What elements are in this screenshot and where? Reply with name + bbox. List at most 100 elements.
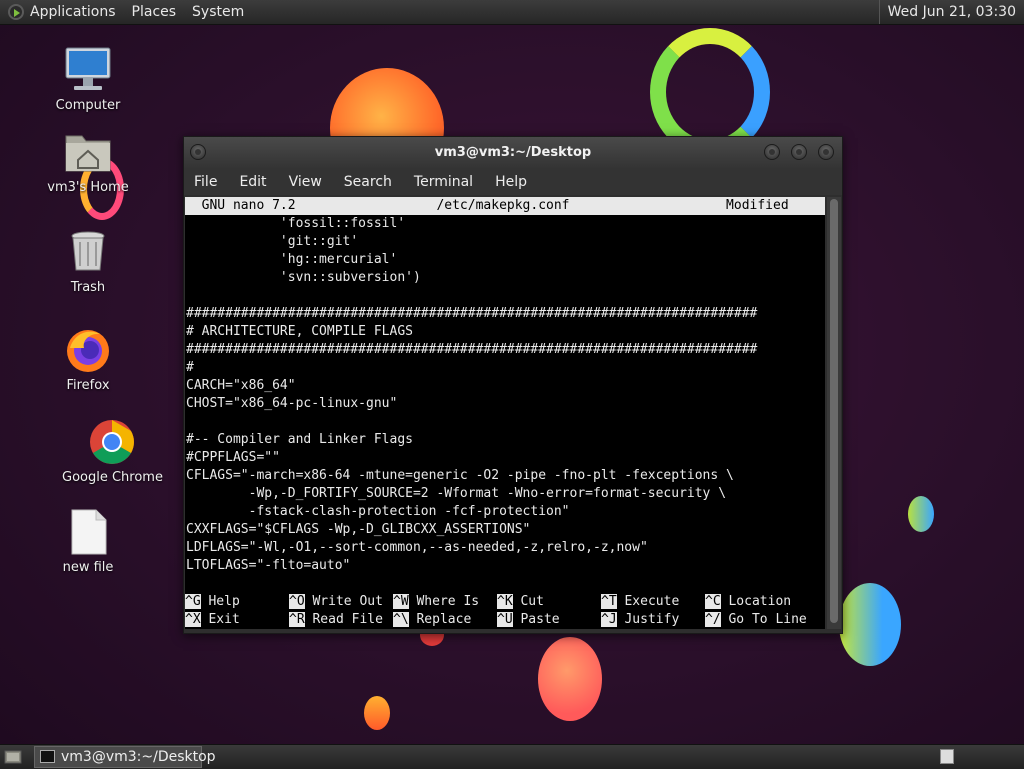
taskbar-item-terminal[interactable]: vm3@vm3:~/Desktop <box>34 746 216 768</box>
shortcut-key: ^U <box>497 612 513 627</box>
menu-edit[interactable]: Edit <box>239 174 266 190</box>
desktop-icon-label: Computer <box>55 98 121 113</box>
shortcut-justify[interactable]: ^J Justify <box>601 611 679 629</box>
window-menubar: File Edit View Search Terminal Help <box>184 169 842 195</box>
menu-file[interactable]: File <box>194 174 217 190</box>
blue-bubble <box>908 496 934 532</box>
shortcut-key: ^W <box>393 594 409 609</box>
desktop-icon-label: Firefox <box>66 378 110 393</box>
shortcut-paste[interactable]: ^U Paste <box>497 611 560 629</box>
editor-line: LTOFLAGS="-flto=auto" <box>186 558 351 573</box>
shortcut-key: ^/ <box>705 612 721 627</box>
window-titlebar[interactable]: vm3@vm3:~/Desktop <box>184 137 842 169</box>
editor-line: CXXFLAGS="$CFLAGS -Wp,-D_GLIBCXX_ASSERTI… <box>186 522 531 537</box>
desktop-icon-chrome[interactable]: Google Chrome <box>62 418 163 485</box>
menu-applications[interactable]: Applications <box>30 4 116 20</box>
menu-search[interactable]: Search <box>344 174 392 190</box>
shortcut-label: Justify <box>624 612 680 627</box>
shortcut-key: ^\ <box>393 612 409 627</box>
shortcut-key: ^R <box>289 612 305 627</box>
desktop-icon-label: vm3's Home <box>47 180 129 195</box>
file-icon <box>64 508 112 556</box>
main-menu-icon[interactable] <box>8 4 24 20</box>
shortcut-location[interactable]: ^C Location <box>705 593 791 611</box>
shortcut-row-1: ^G Help ^O Write Out ^W Where Is ^K Cut ^T E… <box>185 593 825 611</box>
shortcut-row-2: ^X Exit ^R Read File ^\ Replace ^U Paste ^J … <box>185 611 825 629</box>
shortcut-label: Where Is <box>416 594 480 609</box>
desktop-icon-computer[interactable]: Computer <box>40 46 136 113</box>
bottom-panel: vm3@vm3:~/Desktop <box>0 744 1024 769</box>
terminal-area[interactable]: GNU nano 7.2 /etc/makepkg.conf Modified … <box>185 197 825 629</box>
shortcut-key: ^C <box>705 594 721 609</box>
shortcut-label: Help <box>208 594 240 609</box>
workspace-switcher[interactable] <box>940 749 954 764</box>
shortcut-label: Cut <box>520 594 544 609</box>
menu-system[interactable]: System <box>192 4 244 20</box>
desktop-icon-label: new file <box>62 560 114 575</box>
shortcut-help[interactable]: ^G Help <box>185 593 240 611</box>
shortcut-read-file[interactable]: ^R Read File <box>289 611 383 629</box>
shortcut-key: ^O <box>289 594 305 609</box>
shortcut-exit[interactable]: ^X Exit <box>185 611 240 629</box>
terminal-window: vm3@vm3:~/Desktop File Edit View Search … <box>183 136 843 634</box>
firefox-icon <box>64 326 112 374</box>
computer-icon <box>64 46 112 94</box>
shortcut-key: ^J <box>601 612 617 627</box>
editor-line: -Wp,-D_FORTIFY_SOURCE=2 -Wformat -Wno-er… <box>186 486 727 501</box>
menu-help[interactable]: Help <box>495 174 527 190</box>
shortcut-write-out[interactable]: ^O Write Out <box>289 593 383 611</box>
shortcut-label: Exit <box>208 612 240 627</box>
editor-line: # <box>186 360 194 375</box>
editor-line: ########################################… <box>186 306 758 321</box>
shortcut-key: ^G <box>185 594 201 609</box>
terminal-scrollbar[interactable] <box>827 197 841 629</box>
teal-bubble <box>839 583 901 666</box>
menu-terminal[interactable]: Terminal <box>414 174 473 190</box>
nano-editor-body[interactable]: 'fossil::fossil' 'git::git' 'hg::mercuri… <box>185 215 825 593</box>
editor-line: CFLAGS="-march=x86-64 -mtune=generic -O2… <box>186 468 734 483</box>
show-desktop-icon[interactable] <box>4 749 22 765</box>
scrollbar-thumb[interactable] <box>830 199 838 623</box>
terminal-icon <box>40 750 55 763</box>
window-title: vm3@vm3:~/Desktop <box>434 145 592 160</box>
nano-header: GNU nano 7.2 /etc/makepkg.conf Modified <box>185 197 825 215</box>
shortcut-key: ^X <box>185 612 201 627</box>
desktop-icon-firefox[interactable]: Firefox <box>40 326 136 393</box>
shortcut-key: ^K <box>497 594 513 609</box>
menu-view[interactable]: View <box>289 174 322 190</box>
trash-icon <box>64 228 112 276</box>
taskbar-item-label: vm3@vm3:~/Desktop <box>61 749 216 765</box>
shortcut-where-is[interactable]: ^W Where Is <box>393 593 479 611</box>
shortcut-go-to-line[interactable]: ^/ Go To Line <box>705 611 807 629</box>
shortcut-replace[interactable]: ^\ Replace <box>393 611 471 629</box>
home-folder-icon <box>64 128 112 176</box>
shortcut-cut[interactable]: ^K Cut <box>497 593 544 611</box>
minimize-button[interactable] <box>764 144 780 160</box>
desktop-icon-label: Trash <box>70 280 106 295</box>
maximize-button[interactable] <box>791 144 807 160</box>
top-panel: Applications Places System Wed Jun 21, 0… <box>0 0 1024 25</box>
nano-shortcuts: ^G Help ^O Write Out ^W Where Is ^K Cut ^T E… <box>185 593 825 629</box>
editor-line: 'svn::subversion') <box>186 270 421 285</box>
editor-line: 'fossil::fossil' <box>186 216 406 231</box>
shortcut-label: Write Out <box>312 594 383 609</box>
shortcut-label: Execute <box>624 594 680 609</box>
editor-line: #-- Compiler and Linker Flags <box>186 432 413 447</box>
desktop-icon-label: Google Chrome <box>62 470 163 485</box>
shortcut-label: Read File <box>312 612 383 627</box>
menu-places[interactable]: Places <box>132 4 177 20</box>
shortcut-execute[interactable]: ^T Execute <box>601 593 679 611</box>
editor-line: -fstack-clash-protection -fcf-protection… <box>186 504 570 519</box>
clock[interactable]: Wed Jun 21, 03:30 <box>878 0 1016 24</box>
desktop-icon-trash[interactable]: Trash <box>40 228 136 295</box>
desktop-icon-home[interactable]: vm3's Home <box>40 128 136 195</box>
close-button[interactable] <box>818 144 834 160</box>
window-menu-button[interactable] <box>190 144 206 160</box>
desktop-icon-new-file[interactable]: new file <box>40 508 136 575</box>
editor-line: # ARCHITECTURE, COMPILE FLAGS <box>186 324 413 339</box>
shortcut-label: Go To Line <box>728 612 807 627</box>
coral-bubble <box>538 637 602 721</box>
